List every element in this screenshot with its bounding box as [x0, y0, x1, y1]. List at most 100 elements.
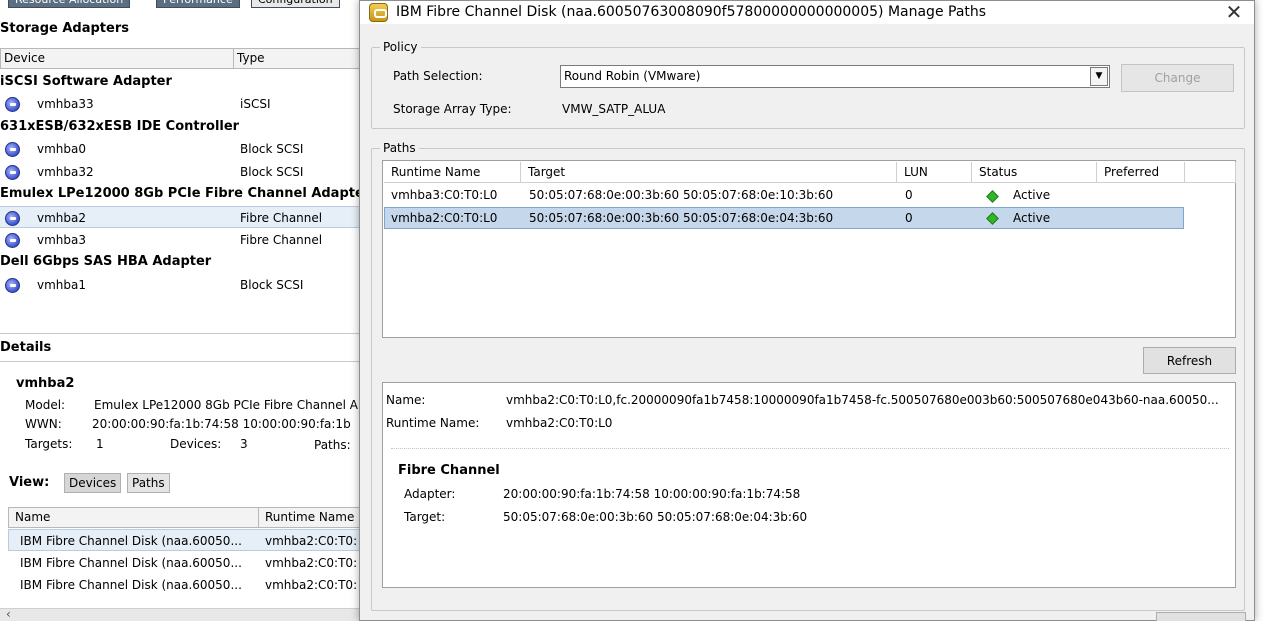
details-model-value: Emulex LPe12000 8Gb PCIe Fibre Channel A — [94, 398, 358, 412]
divider — [0, 333, 360, 334]
column-header-target[interactable]: Target — [521, 162, 897, 183]
details-title: Details — [0, 340, 52, 355]
details-devices-value: 3 — [240, 437, 248, 451]
adapter-row-vmhba0[interactable]: vmhba0 Block SCSI — [0, 138, 360, 160]
path-status: Active — [1013, 188, 1051, 202]
view-paths-button[interactable]: Paths — [127, 473, 170, 493]
adapter-type: Block SCSI — [240, 278, 304, 292]
green-diamond-icon — [986, 212, 999, 225]
storage-adapter-icon — [5, 233, 20, 248]
details-targets-label: Targets: — [25, 437, 73, 451]
adapter-type: Fibre Channel — [240, 211, 323, 225]
adapter-device: vmhba2 — [37, 211, 87, 225]
column-header-type[interactable]: Type — [234, 48, 360, 69]
lun-row[interactable]: IBM Fibre Channel Disk (naa.60050... vmh… — [8, 552, 360, 574]
lun-row[interactable]: IBM Fibre Channel Disk (naa.60050... vmh… — [8, 529, 360, 551]
adapter-group-iscsi: iSCSI Software Adapter — [0, 74, 172, 89]
path-runtime-name: vmhba3:C0:T0:L0 — [391, 188, 498, 202]
fc-adapter-label: Adapter: — [404, 487, 456, 501]
path-status: Active — [1013, 211, 1051, 225]
detail-runtime-name-label: Runtime Name: — [386, 416, 480, 430]
fibre-channel-title: Fibre Channel — [398, 463, 500, 478]
close-icon[interactable]: ✕ — [1222, 1, 1246, 23]
dialog-titlebar[interactable]: IBM Fibre Channel Disk (naa.600507630080… — [360, 1, 1254, 24]
lun-name: IBM Fibre Channel Disk (naa.60050... — [20, 534, 242, 548]
horizontal-scrollbar[interactable]: ‹ — [0, 607, 360, 621]
tab-performance[interactable]: Performance — [156, 0, 240, 8]
lun-row[interactable]: IBM Fibre Channel Disk (naa.60050... vmh… — [8, 574, 360, 596]
details-wwn-label: WWN: — [25, 417, 62, 431]
adapter-group-dell-sas: Dell 6Gbps SAS HBA Adapter — [0, 254, 212, 269]
column-header-runtime-name[interactable]: Runtime Name — [384, 162, 521, 183]
lun-runtime-name: vmhba2:C0:T0: — [265, 556, 358, 570]
tab-configuration[interactable]: Configuration — [251, 0, 340, 8]
policy-group: Policy — [371, 39, 1245, 129]
column-header-status[interactable]: Status — [972, 162, 1097, 183]
path-selection-dropdown[interactable]: Round Robin (VMware) ▼ — [560, 65, 1110, 88]
adapter-group-emulex: Emulex LPe12000 8Gb PCIe Fibre Channel A… — [0, 186, 371, 201]
view-label: View: — [9, 475, 50, 490]
right-edge-fragment — [1254, 22, 1268, 42]
view-devices-button[interactable]: Devices — [64, 473, 122, 493]
chevron-down-icon[interactable]: ▼ — [1090, 67, 1108, 86]
lun-name: IBM Fibre Channel Disk (naa.60050... — [20, 578, 242, 592]
lun-runtime-name: vmhba2:C0:T0: — [265, 578, 358, 592]
storage-adapter-icon — [5, 211, 20, 226]
fc-target-value: 50:05:07:68:0e:00:3b:60 50:05:07:68:0e:0… — [503, 510, 808, 524]
adapter-type: iSCSI — [240, 97, 271, 111]
adapter-row-vmhba1[interactable]: vmhba1 Block SCSI — [0, 274, 360, 296]
adapter-row-vmhba3[interactable]: vmhba3 Fibre Channel — [0, 229, 360, 251]
policy-legend: Policy — [380, 39, 421, 55]
close-button[interactable] — [1156, 612, 1246, 621]
column-header-runtime-name[interactable]: Runtime Name — [258, 507, 360, 528]
column-header-filler — [1185, 162, 1236, 183]
divider — [391, 448, 1229, 449]
path-row[interactable]: vmhba2:C0:T0:L0 50:05:07:68:0e:00:3b:60 … — [384, 207, 1184, 229]
green-diamond-icon — [986, 190, 999, 203]
column-header-lun[interactable]: LUN — [897, 162, 972, 183]
manage-paths-dialog: IBM Fibre Channel Disk (naa.600507630080… — [359, 0, 1255, 621]
adapter-device: vmhba3 — [37, 233, 87, 247]
tab-resource-allocation[interactable]: Resource Allocation — [8, 0, 131, 8]
storage-adapters-title: Storage Adapters — [0, 21, 129, 36]
detail-name-value: vmhba2:C0:T0:L0,fc.20000090fa1b7458:1000… — [506, 393, 1219, 407]
vsphere-app-icon — [369, 3, 388, 22]
adapter-type: Block SCSI — [240, 142, 304, 156]
adapter-row-vmhba33[interactable]: vmhba33 iSCSI — [0, 93, 360, 115]
details-devices-label: Devices: — [170, 437, 222, 451]
path-runtime-name: vmhba2:C0:T0:L0 — [391, 211, 498, 225]
lun-name: IBM Fibre Channel Disk (naa.60050... — [20, 556, 242, 570]
paths-table: Runtime Name Target LUN Status Preferred… — [382, 160, 1236, 338]
adapter-row-vmhba2[interactable]: vmhba2 Fibre Channel — [0, 206, 360, 228]
path-lun: 0 — [905, 188, 913, 202]
details-model-label: Model: — [25, 398, 66, 412]
storage-adapter-icon — [5, 278, 20, 293]
lun-runtime-name: vmhba2:C0:T0: — [265, 534, 358, 548]
path-target: 50:05:07:68:0e:00:3b:60 50:05:07:68:0e:1… — [529, 188, 834, 202]
adapter-device: vmhba33 — [37, 97, 94, 111]
column-header-name[interactable]: Name — [8, 507, 259, 528]
detail-runtime-name-value: vmhba2:C0:T0:L0 — [506, 416, 613, 430]
adapter-device: vmhba32 — [37, 165, 94, 179]
top-tab-strip: Resource Allocation Performance Configur… — [0, 0, 360, 8]
column-header-device[interactable]: Device — [0, 48, 234, 69]
storage-adapter-icon — [5, 165, 20, 180]
column-header-preferred[interactable]: Preferred — [1097, 162, 1185, 183]
detail-name-label: Name: — [386, 393, 426, 407]
storage-adapter-icon — [5, 142, 20, 157]
change-button[interactable]: Change — [1121, 64, 1234, 92]
fc-adapter-value: 20:00:00:90:fa:1b:74:58 10:00:00:90:fa:1… — [503, 487, 801, 501]
details-paths-label: Paths: — [314, 438, 351, 452]
storage-array-type-label: Storage Array Type: — [393, 102, 512, 116]
path-detail-panel: Name: vmhba2:C0:T0:L0,fc.20000090fa1b745… — [382, 382, 1236, 588]
path-selection-label: Path Selection: — [393, 69, 483, 83]
path-lun: 0 — [905, 211, 913, 225]
adapter-row-vmhba32[interactable]: vmhba32 Block SCSI — [0, 161, 360, 183]
refresh-button[interactable]: Refresh — [1143, 347, 1236, 374]
adapter-type: Fibre Channel — [240, 233, 323, 247]
storage-adapter-icon — [5, 97, 20, 112]
details-adapter-name: vmhba2 — [16, 376, 75, 391]
scroll-left-icon[interactable]: ‹ — [6, 607, 11, 621]
path-row[interactable]: vmhba3:C0:T0:L0 50:05:07:68:0e:00:3b:60 … — [384, 185, 1184, 207]
adapter-type: Block SCSI — [240, 165, 304, 179]
